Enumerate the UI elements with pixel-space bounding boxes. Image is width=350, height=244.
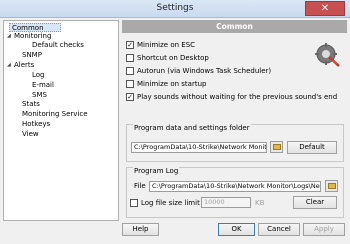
tree-item-monitoring[interactable]: Monitoring — [14, 32, 51, 41]
option-label: Autorun (via Windows Task Scheduler) — [137, 67, 272, 75]
browse-log-button[interactable] — [325, 180, 338, 192]
tree-item-snmp[interactable]: SNMP — [22, 51, 42, 60]
option-label: Shortcut on Desktop — [137, 54, 209, 62]
checkbox[interactable] — [126, 67, 134, 75]
checkbox-checked[interactable]: ✓ — [126, 93, 134, 101]
checkbox[interactable] — [130, 199, 138, 207]
tree-item-view[interactable]: View — [22, 130, 39, 139]
settings-tree: Common ◢ Monitoring Default checks SNMP … — [3, 20, 119, 221]
clear-button[interactable]: Clear — [293, 196, 337, 209]
tree-item-label: Common — [12, 24, 44, 32]
default-button[interactable]: Default — [287, 141, 337, 154]
checkbox[interactable] — [126, 80, 134, 88]
option-label: Play sounds without waiting for the prev… — [137, 93, 338, 101]
ok-button[interactable]: OK — [218, 223, 255, 236]
option-label: Minimize on startup — [137, 80, 207, 88]
expand-icon[interactable]: ◢ — [7, 61, 11, 70]
apply-button[interactable]: Apply — [303, 223, 345, 236]
expand-icon[interactable]: ◢ — [7, 32, 11, 41]
file-label: File — [134, 182, 146, 190]
group-title: Program Log — [133, 167, 180, 175]
browse-folder-button[interactable] — [270, 141, 283, 153]
log-file-field[interactable]: C:\ProgramData\10-Strike\Network Monitor… — [149, 181, 321, 192]
close-button[interactable]: ✕ — [305, 1, 345, 16]
panel-header: Common — [122, 20, 347, 33]
size-unit-label: KB — [255, 199, 265, 207]
checkbox-checked[interactable]: ✓ — [126, 41, 134, 49]
program-log-group: Program Log File C:\ProgramData\10-Strik… — [126, 167, 344, 218]
title-bar[interactable]: Settings ✕ — [0, 0, 350, 18]
settings-window: Settings ✕ Common ◢ Monitoring Default c… — [0, 0, 350, 244]
data-folder-field[interactable]: C:\ProgramData\10-Strike\Network Monitor… — [131, 142, 267, 153]
tree-item-stats[interactable]: Stats — [22, 100, 40, 109]
option-label: Minimize on ESC — [137, 41, 196, 49]
program-data-group: Program data and settings folder C:\Prog… — [126, 124, 344, 162]
group-title: Program data and settings folder — [133, 124, 251, 132]
tree-item-monitoring-service[interactable]: Monitoring Service — [22, 110, 88, 119]
option-label: Log file size limit — [141, 199, 200, 207]
tree-item-default-checks[interactable]: Default checks — [32, 41, 84, 50]
folder-icon — [328, 183, 336, 189]
tree-item-alerts[interactable]: Alerts — [14, 61, 34, 70]
folder-icon — [273, 144, 281, 150]
size-limit-field[interactable]: 10000 — [201, 197, 251, 208]
tree-item-common[interactable]: Common — [9, 23, 61, 32]
window-title: Settings — [156, 3, 194, 13]
common-settings-panel: Common ✓ Minimize on ESC Shortcut on Des… — [122, 20, 347, 221]
tree-item-hotkeys[interactable]: Hotkeys — [22, 120, 50, 129]
checkbox[interactable] — [126, 54, 134, 62]
tree-item-sms[interactable]: SMS — [32, 91, 47, 100]
cancel-button[interactable]: Cancel — [258, 223, 300, 236]
wrench-screwdriver-icon — [315, 43, 340, 67]
tree-item-log[interactable]: Log — [32, 71, 45, 80]
tree-item-email[interactable]: E-mail — [32, 81, 54, 90]
help-button[interactable]: Help — [122, 223, 159, 236]
